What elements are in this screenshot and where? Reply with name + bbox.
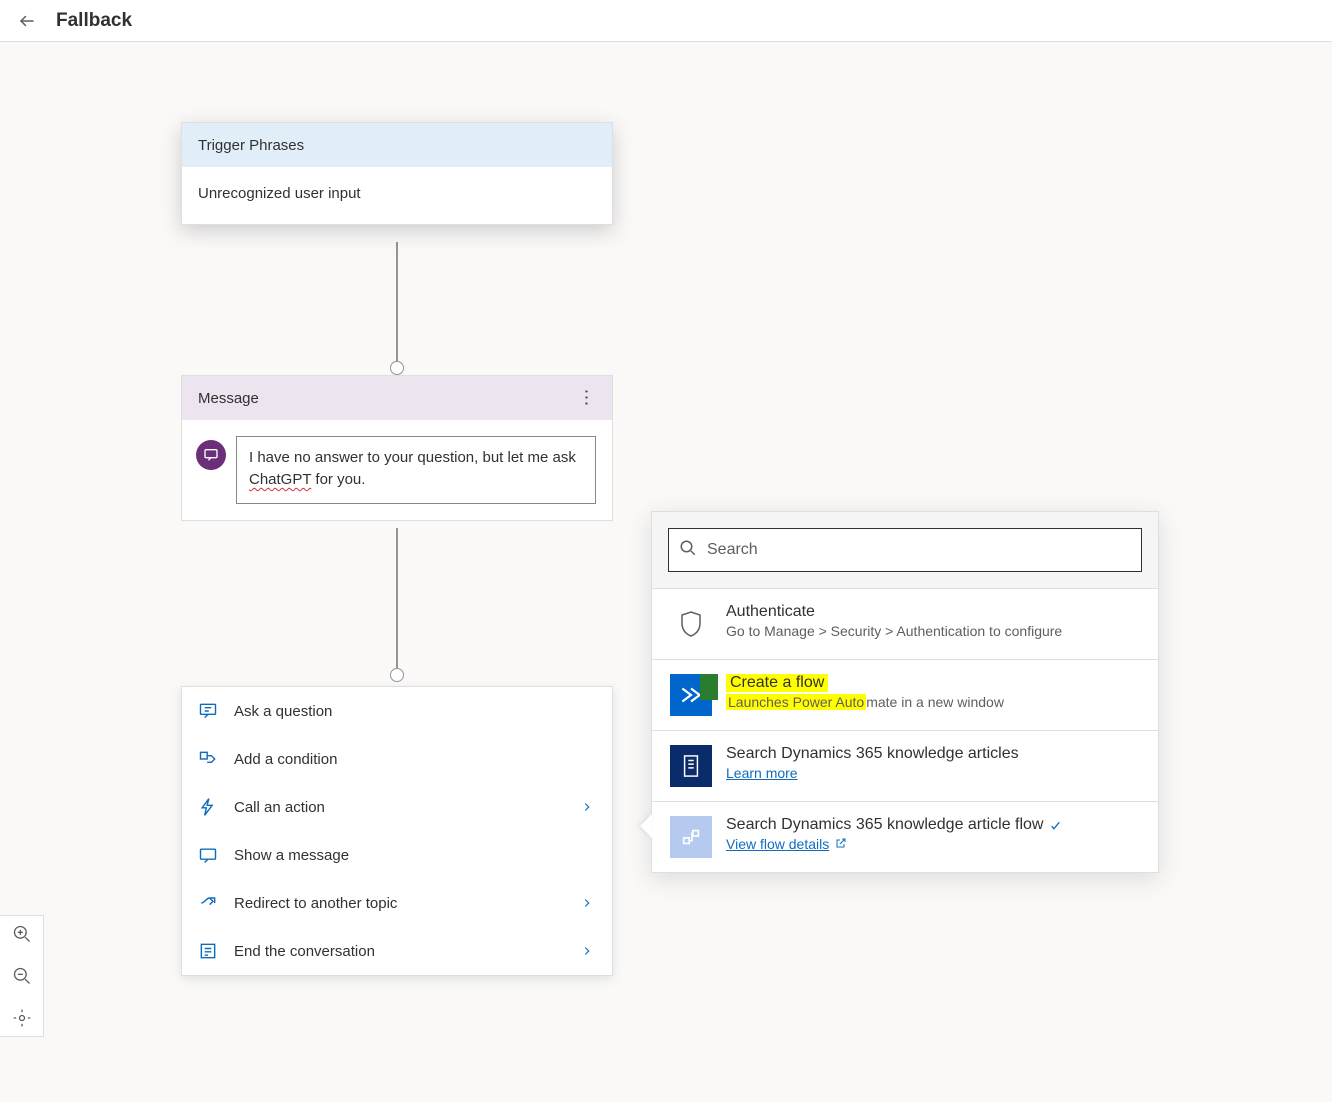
trigger-phrase-value: Unrecognized user input	[182, 167, 612, 224]
zoom-toolbar	[0, 915, 44, 1037]
action-ask-question[interactable]: Ask a question	[182, 687, 612, 735]
chat-icon	[196, 845, 220, 865]
shield-icon	[670, 603, 712, 645]
question-icon	[196, 701, 220, 721]
action-label: End the conversation	[234, 943, 566, 960]
flyout-item-subtitle: Launches Power Automate in a new window	[726, 694, 1140, 710]
connector-knob[interactable]	[390, 668, 404, 682]
flyout-item-title: Create a flow	[726, 674, 828, 692]
flyout-item-title: Search Dynamics 365 knowledge article fl…	[726, 816, 1140, 834]
action-end-conversation[interactable]: End the conversation	[182, 927, 612, 975]
external-link-icon	[835, 836, 847, 848]
chevron-right-icon	[580, 800, 594, 814]
connector-knob[interactable]	[390, 361, 404, 375]
trigger-phrases-header: Trigger Phrases	[182, 123, 612, 167]
page-header: Fallback	[0, 0, 1332, 42]
subtitle-highlight: Launches Power Auto	[726, 694, 866, 710]
back-arrow-icon[interactable]	[18, 12, 36, 30]
fit-view-button[interactable]	[12, 1008, 32, 1028]
flyout-item-search-article-flow[interactable]: Search Dynamics 365 knowledge article fl…	[652, 802, 1158, 872]
action-label: Ask a question	[234, 703, 594, 720]
action-redirect-topic[interactable]: Redirect to another topic	[182, 879, 612, 927]
chevron-right-icon	[580, 944, 594, 958]
action-label: Add a condition	[234, 751, 594, 768]
list-icon	[196, 941, 220, 961]
card-title: Message	[198, 390, 259, 407]
flyout-item-title-text: Search Dynamics 365 knowledge article fl…	[726, 816, 1043, 834]
message-card[interactable]: Message ⋯ I have no answer to your quest…	[181, 375, 613, 521]
flyout-item-create-flow[interactable]: Create a flow Launches Power Automate in…	[652, 660, 1158, 731]
checkmark-icon	[1049, 819, 1062, 832]
action-menu: Ask a question Add a condition Call an a…	[181, 686, 613, 976]
redirect-icon	[196, 893, 220, 913]
call-action-flyout: Authenticate Go to Manage > Security > A…	[651, 511, 1159, 873]
action-call-action[interactable]: Call an action	[182, 783, 612, 831]
action-show-message[interactable]: Show a message	[182, 831, 612, 879]
action-label: Redirect to another topic	[234, 895, 566, 912]
message-chat-icon	[196, 440, 226, 470]
message-text-post: for you.	[311, 471, 365, 488]
more-menu-icon[interactable]: ⋯	[576, 388, 597, 408]
zoom-out-button[interactable]	[12, 966, 32, 986]
page-title: Fallback	[56, 10, 132, 32]
document-icon	[670, 745, 712, 787]
message-text-input[interactable]: I have no answer to your question, but l…	[236, 436, 596, 504]
connector-line	[396, 528, 398, 675]
view-flow-details-link[interactable]: View flow details	[726, 836, 829, 852]
flyout-item-title: Search Dynamics 365 knowledge articles	[726, 745, 1140, 763]
flyout-item-title: Authenticate	[726, 603, 1140, 621]
trigger-phrases-card[interactable]: Trigger Phrases Unrecognized user input	[181, 122, 613, 225]
message-text-pre: I have no answer to your question, but l…	[249, 449, 576, 466]
message-text-spellcheck: ChatGPT	[249, 471, 311, 488]
search-input[interactable]	[707, 541, 1131, 559]
flyout-search-wrapper	[652, 512, 1158, 589]
search-icon	[679, 539, 697, 562]
bolt-icon	[196, 797, 220, 817]
action-add-condition[interactable]: Add a condition	[182, 735, 612, 783]
connector-line	[396, 242, 398, 368]
action-label: Call an action	[234, 799, 566, 816]
chevron-right-icon	[580, 896, 594, 910]
action-label: Show a message	[234, 847, 594, 864]
subtitle-rest: mate in a new window	[866, 694, 1004, 710]
message-card-header: Message ⋯	[182, 376, 612, 420]
flow-icon	[670, 816, 712, 858]
card-title: Trigger Phrases	[198, 137, 304, 154]
flyout-item-search-articles[interactable]: Search Dynamics 365 knowledge articles L…	[652, 731, 1158, 802]
flyout-search-box[interactable]	[668, 528, 1142, 572]
flyout-item-authenticate[interactable]: Authenticate Go to Manage > Security > A…	[652, 589, 1158, 660]
learn-more-link[interactable]: Learn more	[726, 765, 798, 781]
power-automate-icon	[670, 674, 712, 716]
canvas[interactable]: Trigger Phrases Unrecognized user input …	[0, 42, 1332, 1102]
zoom-in-button[interactable]	[12, 924, 32, 944]
flyout-item-subtitle: Go to Manage > Security > Authentication…	[726, 623, 1140, 639]
branch-icon	[196, 749, 220, 769]
